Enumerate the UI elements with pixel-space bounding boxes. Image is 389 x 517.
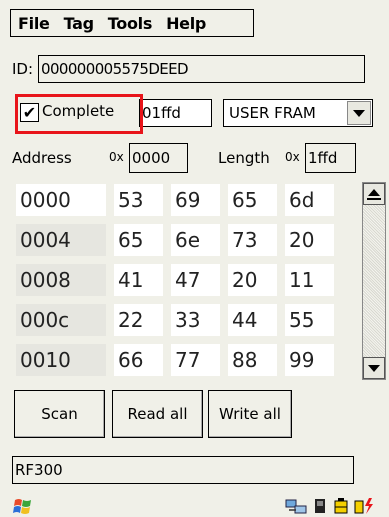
length-field[interactable]: 01ffd <box>139 99 212 127</box>
value-cell[interactable]: 53 <box>114 184 163 216</box>
value-cell[interactable]: 66 <box>114 344 163 376</box>
id-row: ID: 000000005575DEED <box>12 54 386 84</box>
value-cell[interactable]: 20 <box>228 264 277 296</box>
power-icon[interactable] <box>353 496 375 516</box>
menu-file[interactable]: File <box>18 14 50 33</box>
grid-scrollbar[interactable] <box>362 182 386 380</box>
table-row: 0010 66 77 88 99 <box>12 340 362 380</box>
memory-select-value: USER FRAM <box>229 104 316 122</box>
length-hex-field[interactable]: 1ffd <box>305 143 356 173</box>
value-cell[interactable]: 69 <box>171 184 220 216</box>
write-all-button[interactable]: Write all <box>208 390 292 438</box>
table-row: 0000 53 69 65 6d <box>12 180 362 220</box>
table-row: 0008 41 47 20 11 <box>12 260 362 300</box>
dropdown-arrow-icon[interactable] <box>347 101 371 125</box>
table-row: 000c 22 33 44 55 <box>12 300 362 340</box>
value-cell[interactable]: 65 <box>228 184 277 216</box>
length-prefix: 0x <box>285 150 300 164</box>
value-cell[interactable]: 73 <box>228 224 277 256</box>
value-cell[interactable]: 44 <box>228 304 277 336</box>
value-cell[interactable]: 65 <box>114 224 163 256</box>
scan-button[interactable]: Scan <box>14 390 105 438</box>
address-field[interactable]: 0000 <box>129 143 188 173</box>
windows-flag-icon[interactable] <box>12 496 34 516</box>
complete-label: Complete <box>42 102 115 120</box>
address-prefix: 0x <box>109 150 124 164</box>
value-cell[interactable]: 77 <box>171 344 220 376</box>
status-field: RF300 <box>12 456 354 484</box>
value-cell[interactable]: 99 <box>285 344 334 376</box>
scroll-up-icon[interactable] <box>363 183 385 205</box>
id-label: ID: <box>12 60 34 78</box>
value-cell[interactable]: 11 <box>285 264 334 296</box>
value-cell[interactable]: 47 <box>171 264 220 296</box>
scroll-down-icon[interactable] <box>363 357 385 379</box>
value-cell[interactable]: 6e <box>171 224 220 256</box>
menu-bar: File Tag Tools Help <box>10 9 254 37</box>
value-cell[interactable]: 22 <box>114 304 163 336</box>
address-cell: 0010 <box>16 344 106 376</box>
menu-tag[interactable]: Tag <box>64 14 95 33</box>
device-icon[interactable] <box>313 496 327 516</box>
table-row: 0004 65 6e 73 20 <box>12 220 362 260</box>
complete-checkbox[interactable]: ✔ <box>20 103 39 122</box>
value-cell[interactable]: 88 <box>228 344 277 376</box>
address-cell: 0000 <box>16 184 106 216</box>
check-mark-icon: ✔ <box>22 102 37 122</box>
address-cell: 0004 <box>16 224 106 256</box>
menu-tools[interactable]: Tools <box>108 14 153 33</box>
value-cell[interactable]: 20 <box>285 224 334 256</box>
length-label: Length <box>218 149 270 167</box>
value-cell[interactable]: 6d <box>285 184 334 216</box>
address-label: Address <box>12 149 72 167</box>
value-cell[interactable]: 41 <box>114 264 163 296</box>
menu-help[interactable]: Help <box>166 14 206 33</box>
range-row: Address 0x 0000 Length 0x 1ffd <box>12 143 382 173</box>
address-cell: 000c <box>16 304 106 336</box>
network-icon[interactable] <box>284 496 308 516</box>
value-cell[interactable]: 33 <box>171 304 220 336</box>
address-cell: 0008 <box>16 264 106 296</box>
battery-icon[interactable] <box>332 496 350 516</box>
read-all-button[interactable]: Read all <box>112 390 203 438</box>
hex-grid: 0000 53 69 65 6d 0004 65 6e 73 20 0008 4… <box>12 180 362 380</box>
id-field[interactable]: 000000005575DEED <box>38 55 366 83</box>
memory-select[interactable]: USER FRAM <box>223 99 373 127</box>
value-cell[interactable]: 55 <box>285 304 334 336</box>
taskbar <box>0 494 389 517</box>
